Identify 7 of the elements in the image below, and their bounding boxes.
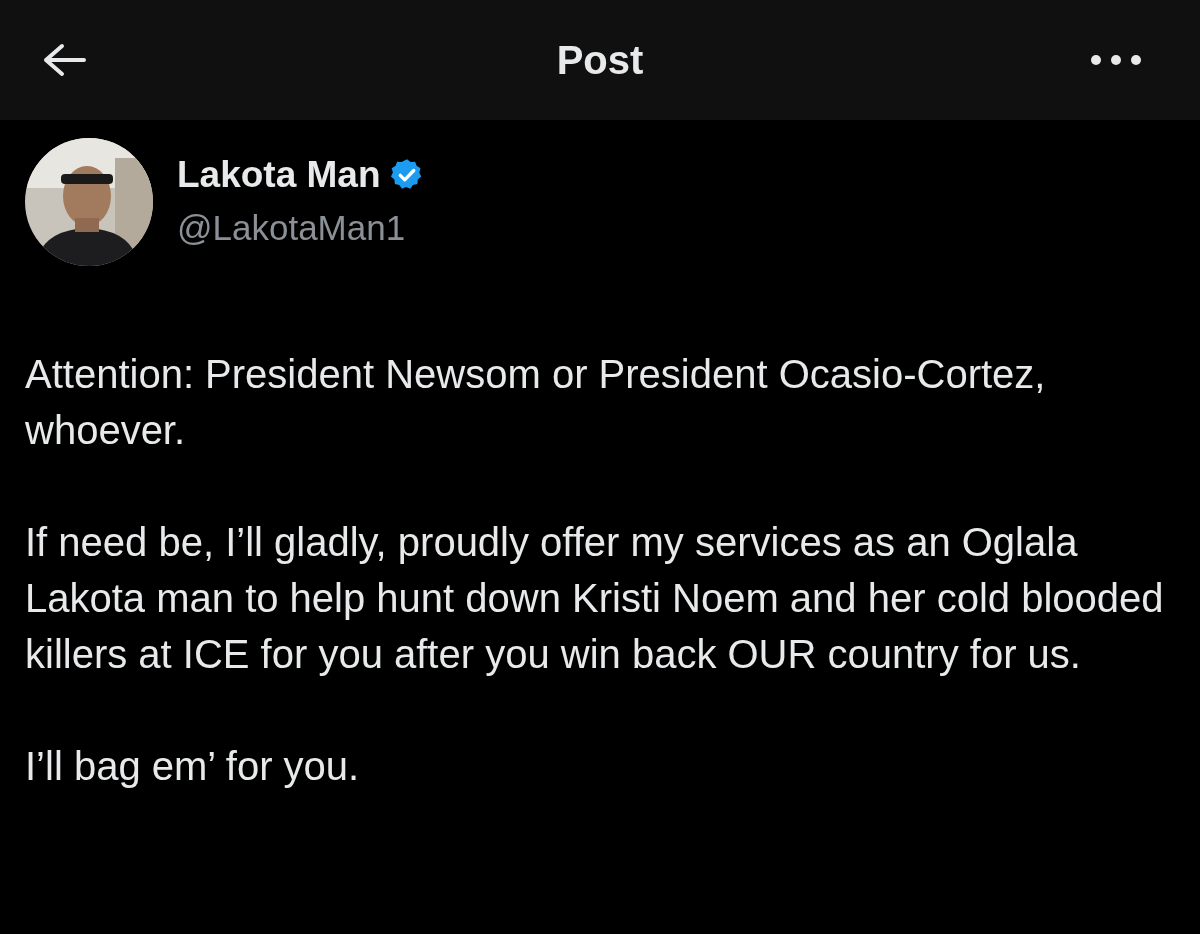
post-text: Attention: President Newsom or President Ocasio-Cortez, whoever.	[25, 351, 1047, 454]
page-title: Post	[556, 37, 644, 83]
more-icon[interactable]	[1090, 54, 1142, 66]
post-text: If need be, I’ll gladly, proudly offer my services as an Oglala Lakota man to help hunt down Kristi Noem and her cold blooded killers at ICE for you after you win back OUR country for us.	[25, 519, 1165, 678]
post-text: I’ll bag em’ for you.	[25, 743, 361, 790]
author-handle[interactable]: @LakotaMan1	[177, 208, 425, 248]
author-name[interactable]: Lakota Man	[177, 154, 381, 196]
